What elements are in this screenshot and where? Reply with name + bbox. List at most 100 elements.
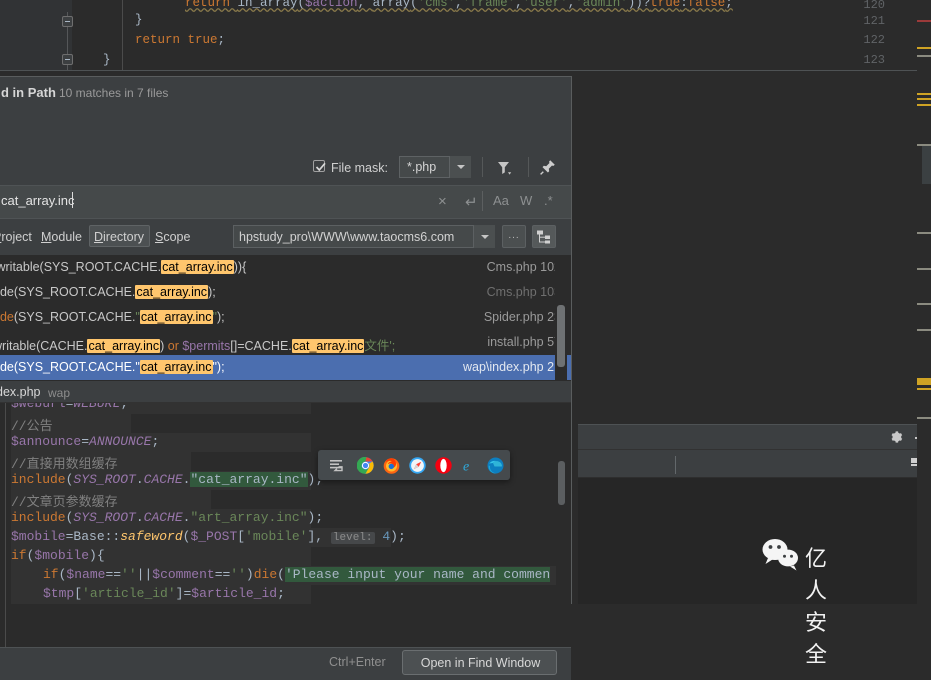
stripe-mark-warning bbox=[917, 378, 931, 385]
chrome-icon[interactable] bbox=[356, 456, 374, 474]
stripe-mark-warning bbox=[917, 98, 931, 100]
preview-code-line: if($mobile){ bbox=[11, 548, 105, 563]
firefox-icon[interactable] bbox=[383, 457, 400, 474]
stripe-mark-info bbox=[917, 232, 931, 234]
preview-header bbox=[0, 381, 571, 403]
editor-line-number: 120 bbox=[863, 0, 885, 12]
clear-search-icon[interactable]: × bbox=[438, 193, 447, 210]
preview-code-area[interactable]: $weburl=WEBURL; //公告 $announce=ANNOUNCE; //… bbox=[0, 403, 571, 647]
match-highlight: cat_array.inc bbox=[87, 339, 161, 353]
editor-line-number: 121 bbox=[863, 14, 885, 28]
stripe-mark-info bbox=[917, 303, 931, 305]
internet-explorer-icon[interactable]: e bbox=[461, 457, 478, 475]
right-toolbar-lower bbox=[578, 450, 923, 478]
preview-indent-guide bbox=[5, 403, 6, 647]
editor-code-line: return in_array($action, array('cms','fr… bbox=[185, 0, 733, 10]
safari-icon[interactable] bbox=[409, 457, 426, 474]
search-input-value[interactable]: cat_array.inc bbox=[1, 193, 74, 208]
popup-separator bbox=[675, 456, 676, 474]
edge-icon[interactable] bbox=[487, 457, 504, 474]
stripe-mark-info bbox=[917, 268, 931, 270]
search-result-location: install.php 57 bbox=[487, 335, 561, 349]
fold-toggle-icon[interactable] bbox=[62, 16, 73, 27]
preview-code-line: $announce=ANNOUNCE; bbox=[11, 434, 160, 449]
file-mask-value: *.php bbox=[407, 160, 437, 174]
ellipsis-label: ... bbox=[508, 230, 520, 241]
chevron-down-icon bbox=[481, 235, 489, 239]
search-result-text: ude(SYS_ROOT.CACHE."cat_array.inc"); bbox=[0, 310, 225, 324]
search-field-separator bbox=[482, 191, 483, 211]
stripe-mark-warning bbox=[917, 93, 931, 95]
scope-tab-directory[interactable]: Directory bbox=[94, 230, 144, 244]
preview-code-line: //文章页参数缓存 bbox=[11, 495, 118, 510]
search-result-row[interactable]: ude(SYS_ROOT.CACHE.cat_array.inc); Cms.ph… bbox=[0, 280, 571, 305]
file-mask-checkbox[interactable] bbox=[313, 160, 326, 172]
stripe-mark-error bbox=[917, 20, 931, 22]
preview-code-line: //公告 bbox=[11, 419, 53, 434]
match-case-toggle[interactable]: Aa bbox=[493, 193, 509, 208]
file-mask-dropdown-arrow[interactable] bbox=[449, 156, 471, 178]
find-in-path-dialog: d in Path 10 matches in 7 files File mas… bbox=[0, 76, 676, 680]
results-scrollbar-thumb[interactable] bbox=[557, 305, 565, 367]
match-highlight: cat_array.inc bbox=[161, 260, 234, 274]
editor-code-line: return true; bbox=[135, 33, 226, 47]
search-result-row[interactable]: ude(SYS_ROOT.CACHE."cat_array.inc"); wap\… bbox=[0, 355, 571, 380]
search-result-row[interactable]: ude(SYS_ROOT.CACHE."cat_array.inc"); Spid… bbox=[0, 305, 571, 330]
editor-line-number: 123 bbox=[863, 53, 885, 67]
preview-directory: wap bbox=[48, 386, 71, 400]
editor-code-line: } bbox=[103, 53, 111, 67]
fold-toggle-icon[interactable] bbox=[62, 54, 73, 65]
search-result-row[interactable]: writable(SYS_ROOT.CACHE.cat_array.inc)){… bbox=[0, 255, 571, 280]
toolbar-separator bbox=[528, 157, 529, 177]
pin-icon[interactable] bbox=[539, 158, 557, 179]
directory-value: hpstudy_pro\WWW\www.taocms6.com bbox=[239, 230, 455, 244]
project-tree-icon bbox=[536, 229, 552, 248]
open-in-find-window-button[interactable]: Open in Find Window bbox=[402, 650, 557, 675]
scope-tab-scope[interactable]: Scope bbox=[155, 230, 190, 244]
gear-icon[interactable] bbox=[889, 430, 903, 447]
error-stripe-gutter[interactable] bbox=[917, 0, 931, 604]
toolbar-separator bbox=[482, 157, 483, 177]
match-highlight: cat_array.inc bbox=[139, 310, 213, 324]
search-result-text: ude(SYS_ROOT.CACHE."cat_array.inc"); bbox=[0, 360, 225, 374]
preview-code-line: if($name==''||$comment=='')die('Please i… bbox=[43, 567, 551, 582]
search-result-row[interactable]: writable(CACHE.cat_array.inc) or $permit… bbox=[0, 330, 571, 355]
preview-code-line: include(SYS_ROOT.CACHE."art_array.inc"); bbox=[11, 510, 324, 525]
filter-icon[interactable] bbox=[495, 159, 513, 180]
right-empty-area bbox=[578, 478, 917, 604]
preview-scrollbar-thumb[interactable] bbox=[558, 461, 565, 505]
directory-dropdown-arrow[interactable] bbox=[473, 225, 495, 248]
match-count-label: 10 matches in 7 files bbox=[59, 86, 169, 100]
preview-code-line: $mobile=Base::safeword($_POST['mobile'],… bbox=[11, 529, 406, 544]
search-input-row[interactable] bbox=[0, 185, 571, 219]
match-highlight: cat_array.inc bbox=[139, 360, 213, 374]
whole-words-toggle[interactable]: W bbox=[520, 193, 532, 208]
browser-launch-popup[interactable]: e bbox=[318, 450, 676, 480]
match-highlight: cat_array.inc bbox=[135, 285, 209, 299]
search-result-location: Spider.php 23 bbox=[483, 310, 561, 324]
stripe-viewport-thumb[interactable] bbox=[922, 146, 931, 184]
search-history-icon[interactable]: ↵ bbox=[465, 193, 478, 211]
search-results-list[interactable]: writable(SYS_ROOT.CACHE.cat_array.inc)){… bbox=[0, 255, 571, 381]
search-result-text: writable(SYS_ROOT.CACHE.cat_array.inc)){ bbox=[0, 260, 247, 274]
scope-tab-module[interactable]: Module bbox=[41, 230, 82, 244]
indent-guide bbox=[122, 0, 123, 70]
dialog-title: d in Path bbox=[1, 85, 56, 100]
preview-match-highlight: "cat_array.inc" bbox=[190, 472, 308, 487]
preview-code-line: $tmp['article_id']=$article_id; bbox=[43, 586, 285, 601]
project-tree-toggle-button[interactable] bbox=[532, 225, 556, 248]
scope-tab-project[interactable]: PProjectroject bbox=[0, 230, 32, 244]
search-result-location: Cms.php 102 bbox=[486, 260, 561, 274]
svg-text:e: e bbox=[463, 460, 469, 475]
opera-icon[interactable] bbox=[435, 457, 452, 474]
browse-directory-button[interactable]: ... bbox=[502, 225, 526, 248]
stripe-mark-info bbox=[917, 55, 931, 57]
search-result-text: writable(CACHE.cat_array.inc) or $permit… bbox=[0, 339, 396, 353]
preview-code-line: include(SYS_ROOT.CACHE."cat_array.inc"); bbox=[11, 472, 324, 487]
match-highlight: cat_array.inc bbox=[291, 339, 365, 353]
stripe-mark-info bbox=[917, 417, 931, 419]
regex-toggle[interactable]: .* bbox=[544, 193, 553, 208]
preview-code-line: //直接用数组缓存 bbox=[11, 457, 118, 472]
watermark-text: 亿人安全 bbox=[805, 547, 830, 668]
run-config-icon[interactable] bbox=[328, 457, 345, 477]
